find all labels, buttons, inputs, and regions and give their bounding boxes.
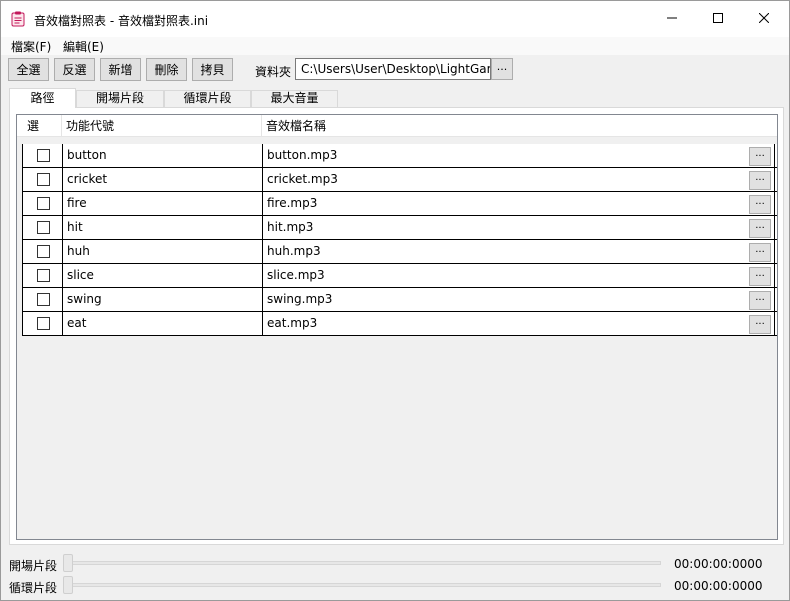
code-cell[interactable]: swing	[62, 288, 262, 311]
file-cell[interactable]: huh.mp3...	[262, 240, 775, 263]
invert-selection-button[interactable]: 反選	[54, 58, 95, 81]
column-header-select[interactable]: 選	[17, 115, 62, 137]
window-title: 音效檔對照表 - 音效檔對照表.ini	[34, 14, 209, 28]
folder-label: 資料夾	[255, 65, 292, 79]
browse-file-button[interactable]: ...	[749, 291, 771, 310]
file-name: swing.mp3	[267, 292, 333, 306]
copy-button[interactable]: 拷貝	[192, 58, 233, 81]
sound-mapping-grid[interactable]: 選 功能代號 音效檔名稱 button button.mp3... cricke…	[16, 114, 778, 540]
notepad-app-icon	[11, 11, 25, 27]
file-name: hit.mp3	[267, 220, 314, 234]
select-cell	[22, 264, 62, 287]
row-checkbox[interactable]	[37, 317, 50, 330]
tab-path[interactable]: 路徑	[9, 88, 76, 108]
intro-segment-slider-track[interactable]	[67, 561, 661, 565]
tab-loop-segment[interactable]: 循環片段	[164, 90, 251, 107]
file-cell[interactable]: cricket.mp3...	[262, 168, 775, 191]
code-cell[interactable]: huh	[62, 240, 262, 263]
browse-folder-button[interactable]: ...	[491, 58, 513, 80]
menu-bar: 檔案(F) 編輯(E)	[1, 37, 789, 55]
maximize-button[interactable]	[695, 1, 741, 37]
minimize-button[interactable]	[649, 1, 695, 37]
title-bar[interactable]: 音效檔對照表 - 音效檔對照表.ini	[1, 1, 789, 37]
browse-file-button[interactable]: ...	[749, 219, 771, 238]
file-name: huh.mp3	[267, 244, 321, 258]
select-cell	[22, 288, 62, 311]
close-button[interactable]	[741, 1, 787, 37]
intro-segment-label: 開場片段	[9, 559, 58, 573]
app-window: 音效檔對照表 - 音效檔對照表.ini 檔案(F) 編輯(E) 全選 反選 新增…	[0, 0, 790, 601]
browse-file-button[interactable]: ...	[749, 267, 771, 286]
select-cell	[22, 216, 62, 239]
file-cell[interactable]: swing.mp3...	[262, 288, 775, 311]
grid-header: 選 功能代號 音效檔名稱	[17, 115, 777, 137]
file-name: slice.mp3	[267, 268, 325, 282]
column-header-code[interactable]: 功能代號	[62, 115, 262, 137]
tab-max-volume[interactable]: 最大音量	[251, 90, 338, 107]
row-checkbox[interactable]	[37, 149, 50, 162]
file-cell[interactable]: hit.mp3...	[262, 216, 775, 239]
select-cell	[22, 192, 62, 215]
table-row[interactable]: fire fire.mp3...	[22, 192, 777, 216]
minimize-icon	[667, 12, 677, 26]
code-cell[interactable]: cricket	[62, 168, 262, 191]
file-cell[interactable]: slice.mp3...	[262, 264, 775, 287]
file-cell[interactable]: button.mp3...	[262, 144, 775, 167]
code-cell[interactable]: button	[62, 144, 262, 167]
code-cell[interactable]: slice	[62, 264, 262, 287]
file-cell[interactable]: fire.mp3...	[262, 192, 775, 215]
intro-segment-slider-thumb[interactable]	[63, 554, 73, 572]
select-cell	[22, 168, 62, 191]
table-row[interactable]: hit hit.mp3...	[22, 216, 777, 240]
folder-path-field[interactable]: C:\Users\User\Desktop\LightGam	[295, 58, 491, 80]
table-row[interactable]: slice slice.mp3...	[22, 264, 777, 288]
select-all-button[interactable]: 全選	[8, 58, 49, 81]
browse-file-button[interactable]: ...	[749, 243, 771, 262]
row-checkbox[interactable]	[37, 197, 50, 210]
loop-segment-slider-track[interactable]	[67, 583, 661, 587]
browse-file-button[interactable]: ...	[749, 147, 771, 166]
tab-panel-path: 選 功能代號 音效檔名稱 button button.mp3... cricke…	[9, 107, 784, 545]
select-cell	[22, 240, 62, 263]
row-checkbox[interactable]	[37, 173, 50, 186]
browse-file-button[interactable]: ...	[749, 315, 771, 334]
code-cell[interactable]: hit	[62, 216, 262, 239]
close-icon	[758, 12, 770, 26]
table-row[interactable]: eat eat.mp3...	[22, 312, 777, 336]
table-row[interactable]: button button.mp3...	[22, 144, 777, 168]
column-header-file[interactable]: 音效檔名稱	[262, 115, 777, 137]
tab-intro-segment[interactable]: 開場片段	[76, 90, 164, 107]
loop-segment-label: 循環片段	[9, 581, 58, 595]
intro-segment-time: 00:00:00:0000	[674, 557, 763, 571]
menu-edit[interactable]: 編輯(E)	[63, 38, 104, 55]
browse-file-button[interactable]: ...	[749, 195, 771, 214]
file-name: eat.mp3	[267, 316, 318, 330]
file-name: cricket.mp3	[267, 172, 338, 186]
maximize-icon	[713, 12, 723, 26]
delete-button[interactable]: 刪除	[146, 58, 187, 81]
table-row[interactable]: huh huh.mp3...	[22, 240, 777, 264]
row-checkbox[interactable]	[37, 293, 50, 306]
file-name: fire.mp3	[267, 196, 318, 210]
browse-file-button[interactable]: ...	[749, 171, 771, 190]
file-cell[interactable]: eat.mp3...	[262, 312, 775, 335]
row-checkbox[interactable]	[37, 221, 50, 234]
table-row[interactable]: swing swing.mp3...	[22, 288, 777, 312]
code-cell[interactable]: eat	[62, 312, 262, 335]
file-name: button.mp3	[267, 148, 338, 162]
loop-segment-slider-thumb[interactable]	[63, 576, 73, 594]
table-row[interactable]: cricket cricket.mp3...	[22, 168, 777, 192]
select-cell	[22, 312, 62, 335]
code-cell[interactable]: fire	[62, 192, 262, 215]
row-checkbox[interactable]	[37, 269, 50, 282]
select-cell	[22, 144, 62, 167]
menu-file[interactable]: 檔案(F)	[11, 38, 51, 55]
add-button[interactable]: 新增	[100, 58, 141, 81]
row-checkbox[interactable]	[37, 245, 50, 258]
loop-segment-time: 00:00:00:0000	[674, 579, 763, 593]
